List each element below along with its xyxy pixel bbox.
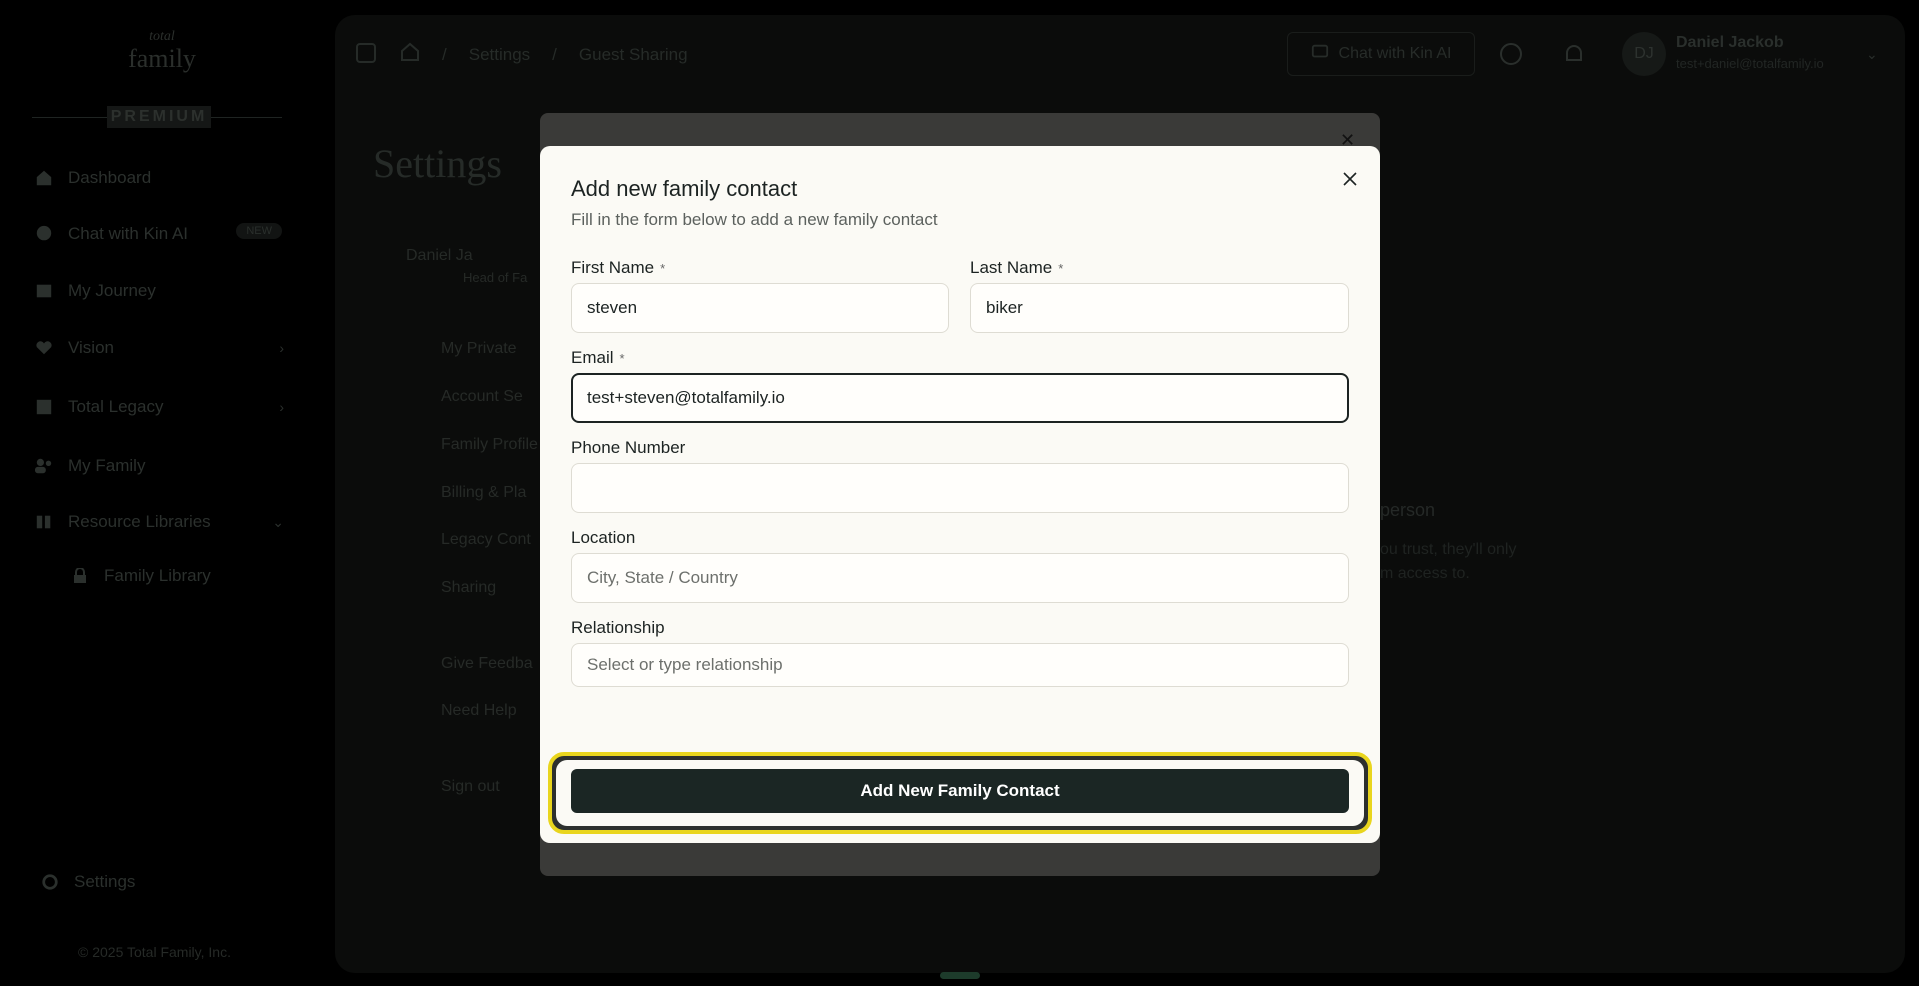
chat-icon bbox=[1311, 43, 1329, 66]
required-mark: * bbox=[619, 351, 625, 366]
logo-text: family bbox=[128, 44, 196, 73]
sidebar-item-label: My Journey bbox=[68, 281, 156, 300]
user-name: Daniel Jackob bbox=[1676, 34, 1784, 51]
sidebar-settings[interactable]: Settings bbox=[40, 868, 290, 896]
chevron-right-icon: › bbox=[279, 340, 284, 356]
sidebar-item-chat[interactable]: Chat with Kin AI NEW bbox=[34, 220, 284, 248]
location-label: Location bbox=[571, 528, 636, 547]
first-name-field[interactable] bbox=[571, 283, 949, 333]
add-family-contact-modal: Add new family contact Fill in the form … bbox=[540, 146, 1380, 843]
sidebar-item-label: Family Library bbox=[104, 566, 211, 585]
profile-sub: Head of Fa bbox=[463, 270, 528, 285]
sidebar-item-label: Vision bbox=[68, 338, 114, 357]
total-family-logo: total family bbox=[120, 30, 204, 74]
settings-menu-item[interactable]: Sign out bbox=[441, 778, 500, 796]
sidebar-item-label: Dashboard bbox=[68, 168, 152, 187]
page-title: Settings bbox=[373, 141, 502, 186]
home-indicator bbox=[940, 972, 980, 979]
settings-menu-item[interactable]: Billing & Pla bbox=[441, 484, 526, 502]
sharing-description: ou trust, they'll only m access to. bbox=[1380, 538, 1516, 586]
map-icon bbox=[34, 281, 54, 301]
sidebar-settings-label: Settings bbox=[74, 872, 136, 891]
chevron-down-icon[interactable]: ⌄ bbox=[1866, 46, 1890, 70]
sharing-description-line: ou trust, they'll only bbox=[1380, 541, 1517, 558]
lock-icon bbox=[70, 566, 90, 586]
close-icon bbox=[1343, 172, 1357, 186]
new-badge: NEW bbox=[236, 223, 282, 239]
sidebar-item-label: Resource Libraries bbox=[68, 512, 211, 531]
sidebar-item-resource-libraries[interactable]: Resource Libraries ⌄ bbox=[34, 508, 284, 536]
close-button[interactable] bbox=[1337, 166, 1363, 192]
required-mark: * bbox=[1058, 261, 1064, 276]
bell-icon[interactable] bbox=[1562, 42, 1586, 66]
gear-icon bbox=[40, 872, 60, 892]
home-icon bbox=[34, 168, 54, 188]
help-icon[interactable] bbox=[1499, 42, 1523, 66]
modal-subtitle: Fill in the form below to add a new fami… bbox=[571, 210, 938, 229]
premium-divider: PREMIUM bbox=[32, 106, 282, 128]
phone-label: Phone Number bbox=[571, 438, 686, 457]
sharing-heading: person bbox=[1380, 500, 1436, 520]
first-name-label-text: First Name bbox=[571, 258, 655, 277]
last-name-label-text: Last Name bbox=[970, 258, 1053, 277]
copyright: © 2025 Total Family, Inc. bbox=[78, 944, 231, 960]
user-email: test+daniel@totalfamily.io bbox=[1676, 56, 1824, 71]
legacy-icon bbox=[34, 397, 54, 417]
settings-menu-item[interactable]: Give Feedba bbox=[441, 655, 533, 673]
sidebar-item-dashboard[interactable]: Dashboard bbox=[34, 164, 284, 192]
sidebar-item-journey[interactable]: My Journey bbox=[34, 277, 284, 305]
email-label-text: Email bbox=[571, 348, 614, 367]
chevron-down-icon: ⌄ bbox=[272, 513, 284, 530]
sidebar-toggle-icon[interactable] bbox=[355, 42, 379, 66]
phone-number-field[interactable] bbox=[571, 463, 1349, 513]
chat-button-label: Chat with Kin AI bbox=[1338, 45, 1452, 62]
breadcrumb: / Settings / Guest Sharing bbox=[400, 42, 688, 67]
last-name-label: Last Name * bbox=[970, 258, 1063, 278]
sidebar-item-label: Total Legacy bbox=[68, 397, 164, 416]
add-family-contact-button[interactable]: Add New Family Contact bbox=[571, 769, 1349, 813]
breadcrumb-separator: / bbox=[442, 44, 447, 64]
sidebar-item-label: Chat with Kin AI bbox=[68, 224, 189, 243]
settings-menu-item[interactable]: Sharing bbox=[441, 579, 496, 597]
premium-badge: PREMIUM bbox=[107, 106, 211, 128]
last-name-field[interactable] bbox=[970, 283, 1349, 333]
relationship-label: Relationship bbox=[571, 618, 665, 637]
home-icon[interactable] bbox=[400, 42, 420, 67]
email-label: Email * bbox=[571, 348, 625, 368]
chat-with-kin-button[interactable]: Chat with Kin AI bbox=[1287, 32, 1475, 76]
required-mark: * bbox=[660, 261, 666, 276]
sidebar-item-total-legacy[interactable]: Total Legacy › bbox=[34, 393, 284, 421]
breadcrumb-current: Guest Sharing bbox=[578, 44, 688, 64]
heart-icon bbox=[34, 338, 54, 358]
breadcrumb-separator: / bbox=[552, 44, 557, 64]
settings-menu-item[interactable]: Need Help bbox=[441, 702, 517, 720]
sidebar: total family PREMIUM Dashboard Chat with… bbox=[0, 0, 320, 986]
relationship-combobox[interactable] bbox=[571, 643, 1349, 687]
settings-menu-item[interactable]: My Private bbox=[441, 340, 517, 358]
users-icon bbox=[34, 456, 54, 476]
first-name-label: First Name * bbox=[571, 258, 665, 278]
sidebar-item-label: My Family bbox=[68, 456, 146, 475]
location-field[interactable] bbox=[571, 553, 1349, 603]
chevron-right-icon: › bbox=[279, 399, 284, 415]
modal-title: Add new family contact bbox=[571, 176, 798, 201]
sidebar-item-family-library[interactable]: Family Library bbox=[70, 562, 270, 590]
sidebar-item-vision[interactable]: Vision › bbox=[34, 334, 284, 362]
profile-name: Daniel Ja bbox=[406, 247, 473, 264]
settings-menu-item[interactable]: Family Profile bbox=[441, 436, 538, 454]
library-icon bbox=[34, 512, 54, 532]
email-field[interactable] bbox=[571, 373, 1349, 423]
settings-menu-item[interactable]: Legacy Cont bbox=[441, 531, 531, 549]
breadcrumb-settings[interactable]: Settings bbox=[469, 45, 530, 65]
settings-menu-item[interactable]: Account Se bbox=[441, 388, 523, 406]
avatar[interactable]: DJ bbox=[1622, 32, 1666, 76]
sidebar-item-my-family[interactable]: My Family bbox=[34, 452, 284, 480]
chat-bubble-icon bbox=[34, 224, 54, 244]
sharing-description-line: m access to. bbox=[1380, 565, 1470, 582]
logo-script: total bbox=[149, 29, 175, 44]
